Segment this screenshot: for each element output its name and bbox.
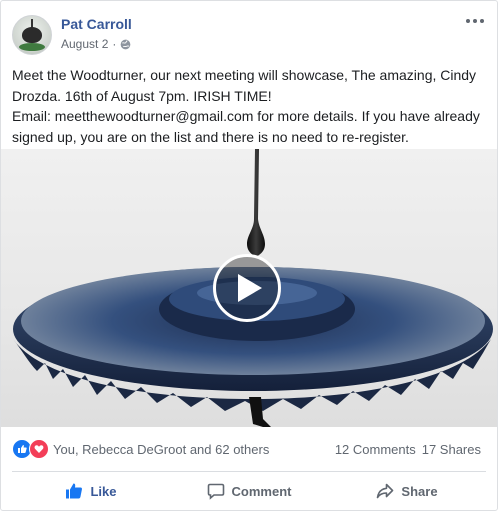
reaction-icons: [12, 439, 49, 459]
post-text-line-2: Email: meetthewoodturner@gmail.com for m…: [12, 108, 480, 145]
thumbs-up-icon: [66, 483, 83, 499]
share-label: Share: [401, 483, 438, 499]
comment-icon: [207, 483, 224, 500]
meta-separator: ·: [112, 37, 117, 51]
avatar[interactable]: [12, 15, 52, 55]
globe-icon: [121, 39, 131, 49]
more-options-icon[interactable]: [463, 11, 487, 31]
play-icon: [237, 274, 262, 302]
love-reaction-icon: [29, 439, 49, 459]
author-name[interactable]: Pat Carroll: [61, 16, 132, 32]
post-text: Meet the Woodturner, our next meeting wi…: [12, 65, 490, 147]
post-meta: August 2 ·: [61, 37, 131, 51]
post-card: Pat Carroll August 2 · Meet the Woodturn…: [0, 0, 498, 511]
shares-count[interactable]: 17 Shares: [422, 442, 481, 457]
comments-count[interactable]: 12 Comments: [335, 442, 416, 457]
reaction-summary[interactable]: You, Rebecca DeGroot and 62 others: [12, 439, 269, 459]
like-label: Like: [90, 483, 117, 499]
reaction-names[interactable]: You, Rebecca DeGroot and 62 others: [53, 442, 269, 457]
play-button[interactable]: [213, 254, 281, 322]
like-button[interactable]: Like: [12, 472, 170, 510]
share-button[interactable]: Share: [328, 472, 486, 510]
engagement-counts: 12 Comments 17 Shares: [335, 442, 481, 457]
action-bar: Like Comment Share: [12, 472, 486, 510]
comment-label: Comment: [231, 483, 292, 499]
post-date[interactable]: August 2: [61, 37, 108, 51]
post-text-line-1: Meet the Woodturner, our next meeting wi…: [12, 67, 477, 104]
video-thumbnail[interactable]: [1, 149, 497, 427]
share-arrow-icon: [377, 483, 394, 499]
comment-button[interactable]: Comment: [170, 472, 328, 510]
